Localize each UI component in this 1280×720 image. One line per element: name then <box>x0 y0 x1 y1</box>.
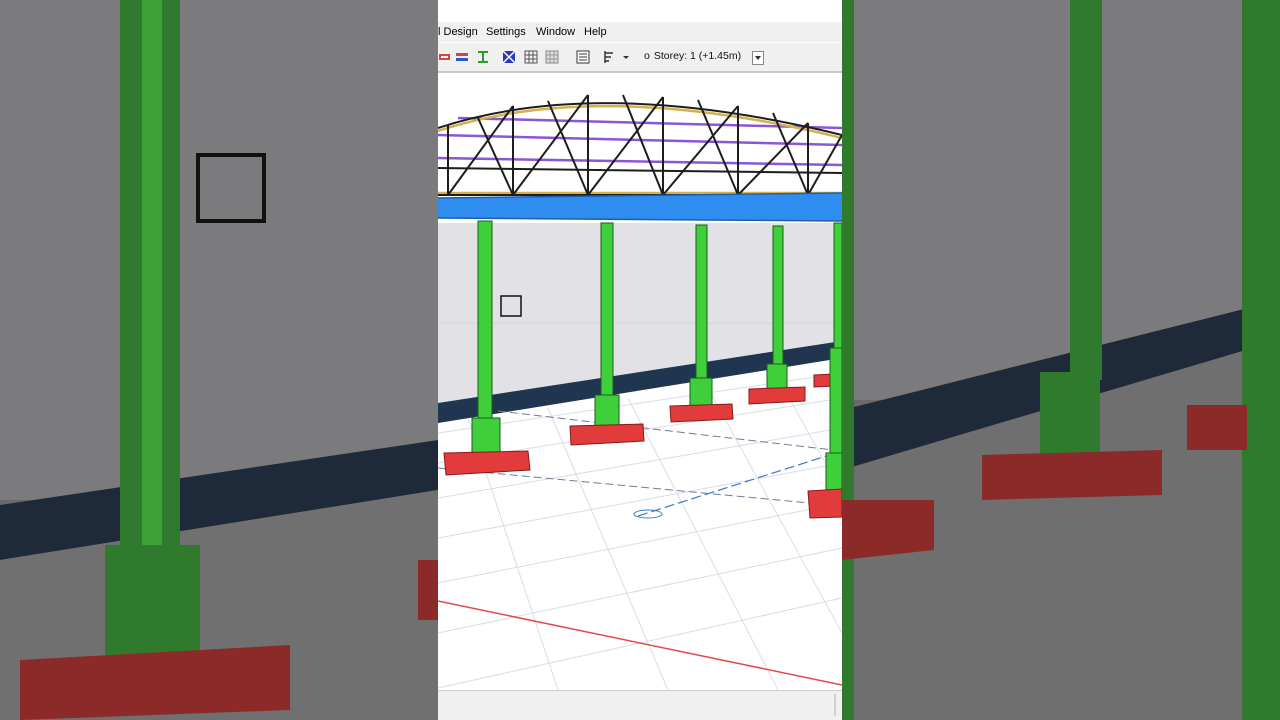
menu-window[interactable]: Window <box>536 26 575 38</box>
slab-icon[interactable] <box>438 50 452 64</box>
toolbar: o Storey: 1 (+1.45m) <box>438 43 842 73</box>
column-icon[interactable] <box>476 50 490 64</box>
radio-icon: o <box>644 50 650 62</box>
dropdown-arrow-icon[interactable] <box>622 50 630 64</box>
storey-label: Storey: 1 (+1.45m) <box>653 50 742 62</box>
storey-dropdown-button[interactable] <box>752 51 764 65</box>
status-bar <box>438 690 842 720</box>
storey-selector[interactable]: o Storey: 1 (+1.45m) <box>644 50 741 65</box>
chevron-down-icon <box>755 56 761 60</box>
menu-settings[interactable]: Settings <box>486 26 526 38</box>
table-icon[interactable] <box>545 50 559 64</box>
storey-tool-icon[interactable] <box>602 50 616 64</box>
menu-bar: l Design Settings Window Help <box>438 22 842 42</box>
grid-node-marker <box>633 509 663 519</box>
title-strip <box>438 0 842 22</box>
3d-viewport[interactable] <box>438 73 842 690</box>
structure-model <box>438 93 842 690</box>
grid-icon[interactable] <box>524 50 538 64</box>
pattern-icon[interactable] <box>502 50 516 64</box>
menu-help[interactable]: Help <box>584 26 607 38</box>
beam-icon[interactable] <box>455 50 469 64</box>
roof-truss <box>438 93 842 198</box>
background-left <box>0 0 438 720</box>
list-icon[interactable] <box>576 50 590 64</box>
app-window: l Design Settings Window Help o Storey: 1… <box>438 0 842 720</box>
background-right <box>842 0 1280 720</box>
x-axis-line <box>438 600 842 686</box>
status-separator <box>834 694 836 716</box>
menu-design[interactable]: l Design <box>438 26 478 38</box>
